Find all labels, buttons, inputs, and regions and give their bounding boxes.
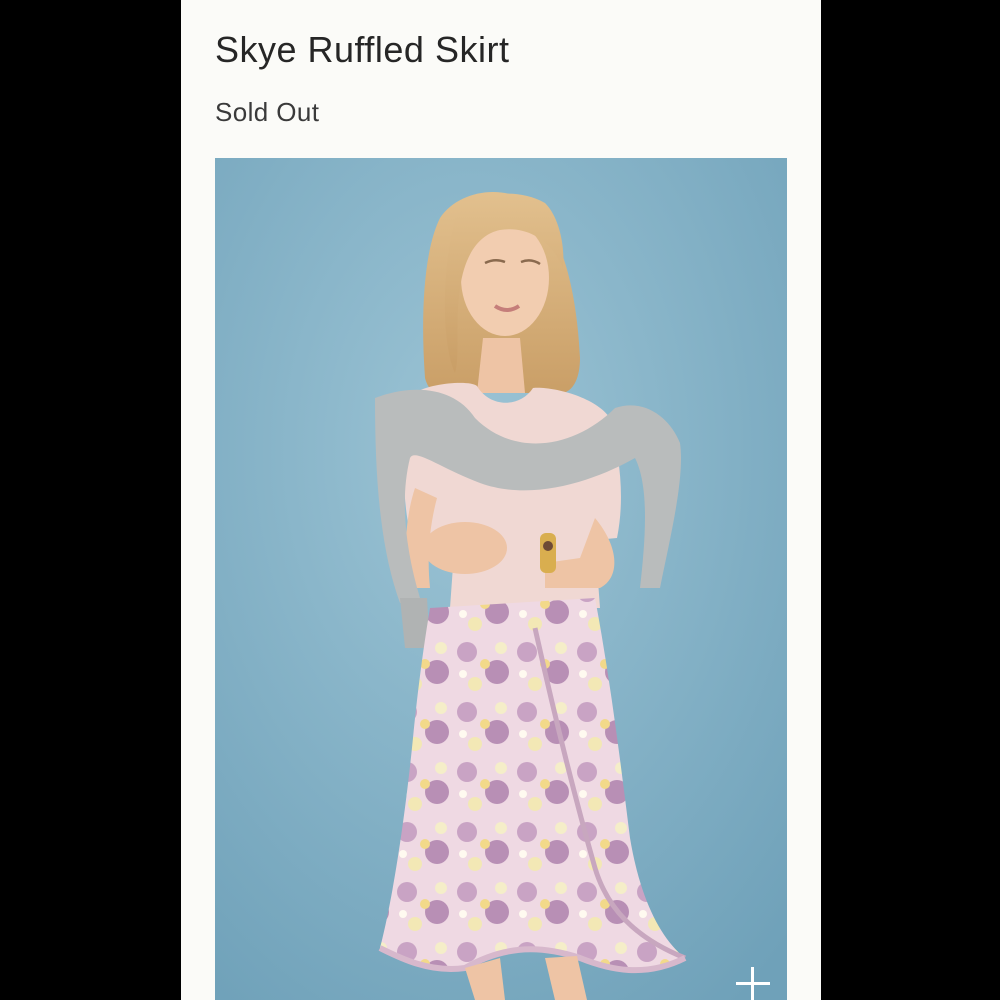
availability-status: Sold Out <box>215 97 320 127</box>
product-title: Skye Ruffled Skirt <box>215 29 510 70</box>
product-image[interactable] <box>215 158 787 1000</box>
product-card: Skye Ruffled Skirt Sold Out <box>181 0 821 1000</box>
plus-icon[interactable] <box>733 964 773 1000</box>
screen: Skye Ruffled Skirt Sold Out <box>0 0 1000 1000</box>
product-photo-illustration <box>215 158 787 1000</box>
